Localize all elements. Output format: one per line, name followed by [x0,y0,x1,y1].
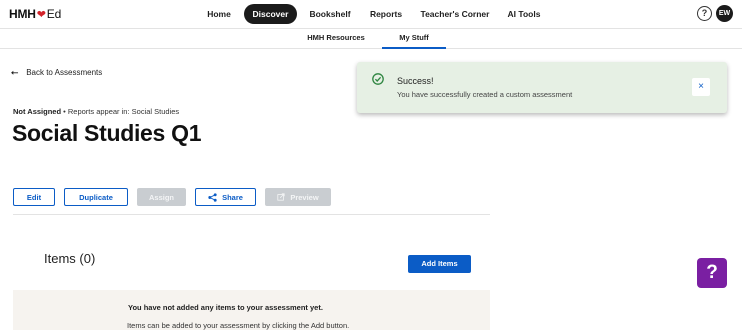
nav-reports[interactable]: Reports [365,4,407,24]
back-to-assessments-link[interactable]: ⭠ Back to Assessments [11,67,102,78]
subnav-my-stuff[interactable]: My Stuff [382,29,446,49]
add-items-button[interactable]: Add Items [408,255,471,273]
preview-button[interactable]: Preview [265,188,331,206]
user-avatar[interactable]: EW [716,5,733,22]
check-circle-icon [372,73,384,85]
share-button[interactable]: Share [195,188,256,206]
logo-suffix: Ed [46,7,62,21]
nav-bookshelf[interactable]: Bookshelf [306,4,354,24]
external-link-icon [277,193,285,201]
status-separator: • [61,107,68,116]
toast-message: You have successfully created a custom a… [397,90,573,99]
assign-button[interactable]: Assign [137,188,186,206]
sub-navigation-bar: HMH Resources My Stuff [0,29,742,49]
back-link-label: Back to Assessments [26,68,103,77]
reports-subject: Social Studies [131,107,180,116]
logo-prefix: HMH [9,7,36,21]
chat-help-button[interactable]: ? [697,258,727,288]
share-label: Share [222,192,243,202]
empty-items-panel: You have not added any items to your ass… [13,290,490,330]
empty-items-hint: Items can be added to your assessment by… [127,321,350,330]
empty-items-message: You have not added any items to your ass… [128,303,323,312]
success-toast: Success! You have successfully created a… [357,62,727,113]
assignment-status: Not Assigned [13,107,62,116]
edit-button[interactable]: Edit [13,188,55,206]
nav-home[interactable]: Home [200,4,238,24]
share-icon [208,192,217,202]
subnav-hmh-resources[interactable]: HMH Resources [306,29,366,49]
duplicate-button[interactable]: Duplicate [64,188,128,206]
close-icon[interactable]: × [692,78,710,96]
page-title: Social Studies Q1 [12,120,202,146]
nav-discover[interactable]: Discover [244,4,297,24]
reports-label: Reports appear in: [67,107,132,116]
heart-icon: ❤ [36,8,46,21]
preview-label: Preview [290,192,319,202]
section-divider [13,214,490,215]
back-arrow-icon: ⭠ [11,67,19,77]
top-navigation-bar: HMH ❤ Ed Home Discover Bookshelf Reports… [0,0,742,29]
toast-title: Success! [397,76,434,86]
items-heading: Items (0) [44,251,96,266]
nav-teachers-corner[interactable]: Teacher's Corner [420,4,490,24]
help-icon[interactable]: ? [697,6,712,21]
assessment-status-line: Not Assigned • Reports appear in: Social… [13,107,179,116]
hmh-ed-logo[interactable]: HMH ❤ Ed [9,7,61,21]
nav-ai-tools[interactable]: AI Tools [504,4,544,24]
